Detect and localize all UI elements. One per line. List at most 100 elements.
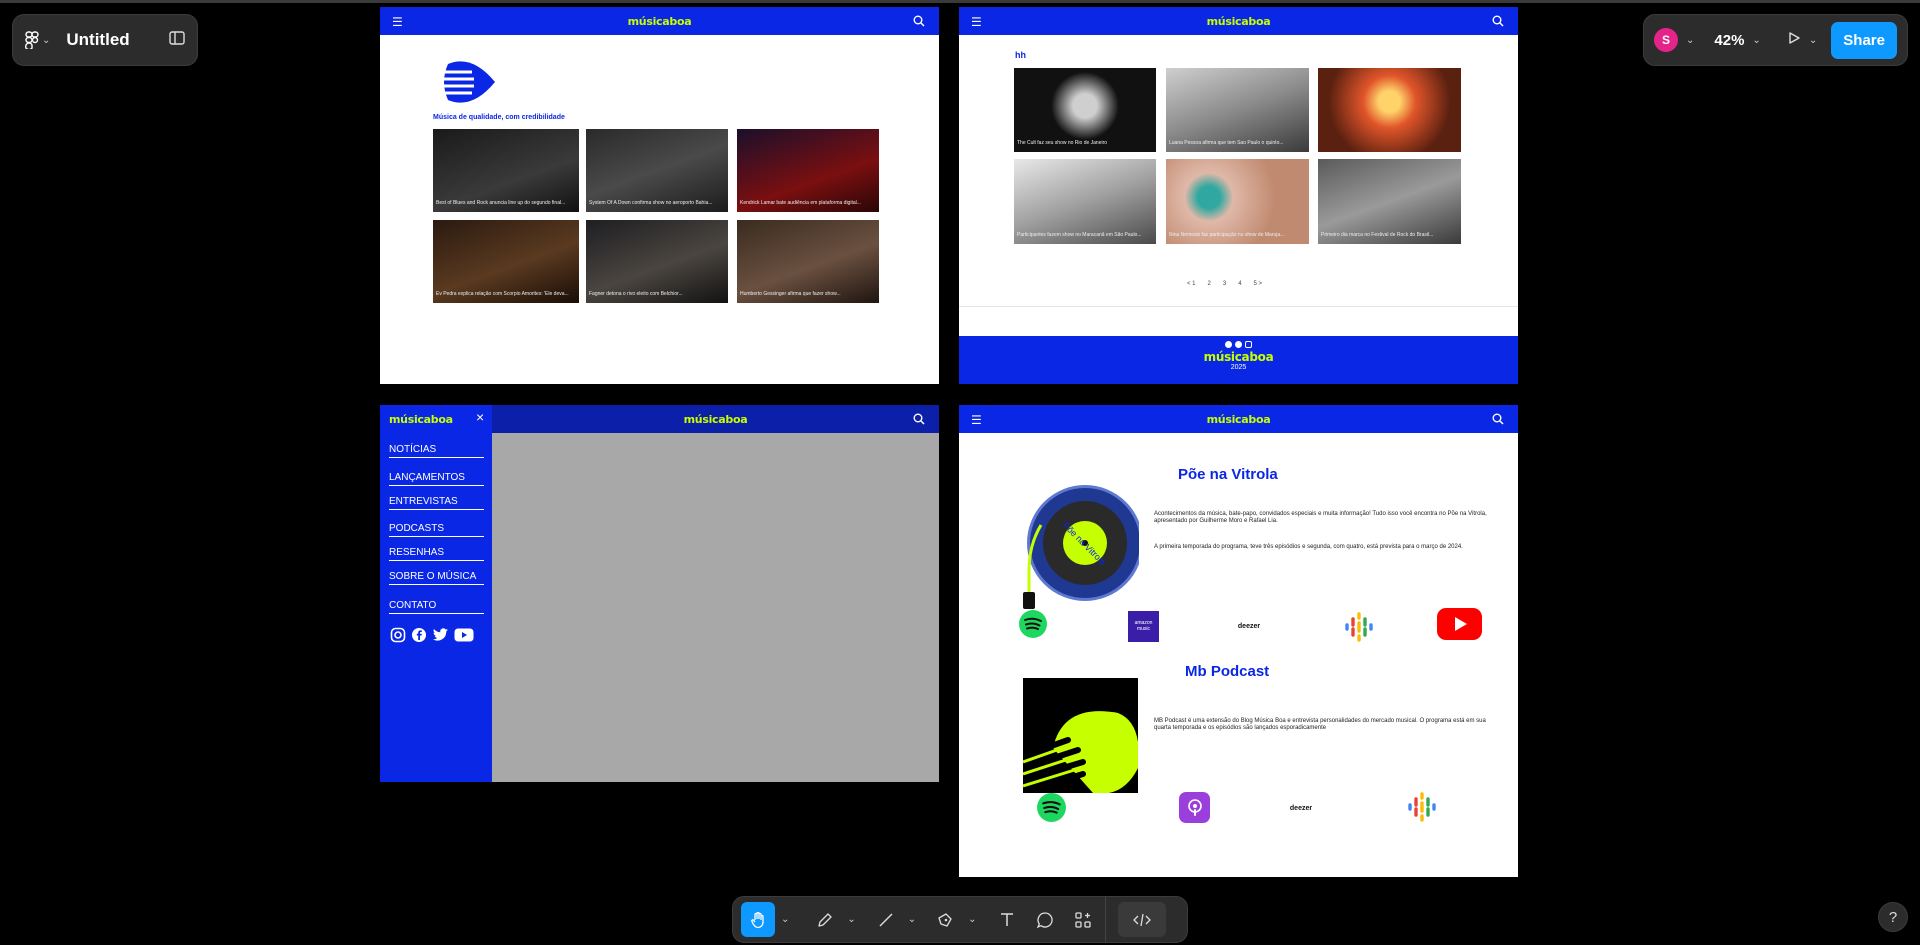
- menu-item-podcasts[interactable]: PODCASTS: [389, 523, 484, 537]
- news-card[interactable]: Participantes fazem show no Maracanã em …: [1014, 159, 1156, 244]
- text-tool-icon[interactable]: [991, 902, 1023, 937]
- google-podcasts-icon[interactable]: [1406, 792, 1438, 822]
- vitrola-description: Acontecimentos da música, bate-papo, con…: [1154, 511, 1487, 525]
- page-link[interactable]: 5 >: [1254, 281, 1263, 287]
- amazon-music-icon[interactable]: amazon music: [1128, 611, 1159, 642]
- divider: [959, 306, 1518, 307]
- bottom-toolbar: ⌄ ⌄ ⌄ ⌄: [732, 896, 1188, 943]
- chevron-down-icon[interactable]: ⌄: [1752, 35, 1760, 46]
- frame-news-list: ☰ músicaboa hh The Cult faz seu show no …: [959, 7, 1518, 384]
- site-footer: músicaboa 2025: [959, 336, 1518, 384]
- vitrola-season-info: A primeira temporada do programa, teve t…: [1154, 544, 1463, 550]
- menu-item-noticias[interactable]: NOTÍCIAS: [389, 444, 484, 458]
- frame-menu-open: músicaboa músicaboa × NOTÍCIAS LANÇAMENT…: [380, 405, 939, 782]
- page-link[interactable]: 2: [1208, 281, 1211, 287]
- chevron-down-icon[interactable]: ⌄: [908, 914, 916, 925]
- hamburger-icon[interactable]: ☰: [392, 15, 403, 29]
- sidebar-toggle-icon[interactable]: [169, 30, 185, 50]
- section-heading: hh: [1015, 50, 1026, 60]
- file-title[interactable]: Untitled: [66, 30, 159, 50]
- instagram-icon[interactable]: [390, 627, 406, 648]
- file-menu-pill: ⌄ Untitled: [12, 14, 198, 66]
- line-tool-icon[interactable]: [870, 902, 902, 937]
- threads-icon[interactable]: [1225, 341, 1232, 348]
- spotify-icon[interactable]: [1036, 792, 1067, 823]
- news-card[interactable]: The Cult faz seu show no Rio de Janeiro: [1014, 68, 1156, 152]
- youtube-icon[interactable]: [454, 628, 474, 647]
- apple-podcasts-icon[interactable]: [1179, 792, 1210, 823]
- close-icon[interactable]: ×: [476, 409, 484, 425]
- youtube-icon[interactable]: [1436, 607, 1483, 641]
- hand-tool-icon[interactable]: [741, 902, 775, 937]
- menu-item-sobre[interactable]: SOBRE O MÚSICA: [389, 571, 484, 585]
- facebook-icon[interactable]: [1235, 341, 1242, 348]
- news-card[interactable]: System Of A Down confirma show no aeropo…: [586, 129, 728, 212]
- menu-item-contato[interactable]: CONTATO: [389, 600, 484, 614]
- pagination: < 1 2 3 4 5 >: [1187, 281, 1262, 287]
- share-button[interactable]: Share: [1831, 21, 1897, 59]
- tagline: Música de qualidade, com credibilidade: [433, 114, 565, 121]
- search-icon[interactable]: [1492, 14, 1504, 32]
- mb-podcast-cover: [1023, 678, 1138, 793]
- footer-logo[interactable]: músicaboa: [959, 350, 1518, 364]
- twitter-icon[interactable]: [432, 628, 449, 647]
- nav-drawer: músicaboa × NOTÍCIAS LANÇAMENTOS ENTREVI…: [380, 405, 492, 782]
- news-card[interactable]: Primeiro dia marca no Festival de Rock d…: [1318, 159, 1461, 244]
- menu-item-lancamentos[interactable]: LANÇAMENTOS: [389, 472, 484, 486]
- news-card[interactable]: Kendrick Lamar bate audiência em platafo…: [737, 129, 879, 212]
- mb-podcast-description: MB Podcast é uma extensão do Blog Música…: [1154, 718, 1486, 732]
- search-icon[interactable]: [913, 412, 925, 430]
- frame-podcasts: ☰ músicaboa Põe na Vitrola Põe na Vitrol…: [959, 405, 1518, 877]
- podcast-title-mb: Mb Podcast: [1185, 663, 1270, 680]
- page-link[interactable]: 4: [1238, 281, 1241, 287]
- zoom-level[interactable]: 42%: [1714, 32, 1744, 49]
- chevron-down-icon[interactable]: ⌄: [781, 914, 789, 925]
- hamburger-icon[interactable]: ☰: [971, 413, 982, 427]
- hamburger-icon[interactable]: ☰: [971, 15, 982, 29]
- site-header: ☰ músicaboa: [380, 7, 939, 35]
- menu-item-resenhas[interactable]: RESENHAS: [389, 547, 484, 561]
- chevron-down-icon[interactable]: ⌄: [1809, 35, 1817, 46]
- news-card[interactable]: [1318, 68, 1461, 152]
- spotify-icon[interactable]: [1018, 609, 1048, 639]
- news-card[interactable]: Humberto Gessinger afirma que fazer show…: [737, 220, 879, 303]
- page-link[interactable]: < 1: [1187, 281, 1196, 287]
- pen-tool-icon[interactable]: [930, 902, 962, 937]
- deezer-icon[interactable]: deezer: [1281, 802, 1321, 814]
- chevron-down-icon[interactable]: ⌄: [847, 914, 855, 925]
- news-card[interactable]: Nina Nemesis faz participação no show de…: [1166, 159, 1309, 244]
- avatar[interactable]: S: [1654, 28, 1678, 52]
- news-card[interactable]: Best of Blues and Rock anuncia line up d…: [433, 129, 579, 212]
- dev-mode-icon[interactable]: [1117, 902, 1166, 937]
- page-link[interactable]: 3: [1223, 281, 1226, 287]
- news-card[interactable]: Fagner detona o rivo eleito com Belchior…: [586, 220, 728, 303]
- pencil-tool-icon[interactable]: [809, 902, 841, 937]
- site-logo[interactable]: músicaboa: [684, 413, 748, 426]
- figma-menu-icon[interactable]: ⌄: [25, 31, 50, 49]
- search-icon[interactable]: [1492, 412, 1504, 430]
- help-button[interactable]: ?: [1878, 902, 1908, 932]
- site-header: ☰ músicaboa: [959, 7, 1518, 35]
- deezer-icon[interactable]: deezer: [1229, 620, 1269, 632]
- toolbar-divider: [1104, 897, 1106, 942]
- news-card[interactable]: Ev Pedra explica relação com Scorpio Amo…: [433, 220, 579, 303]
- drawer-logo[interactable]: músicaboa: [389, 413, 453, 426]
- site-logo[interactable]: músicaboa: [628, 15, 692, 28]
- comment-tool-icon[interactable]: [1029, 902, 1061, 937]
- news-card[interactable]: Luana Pessoa afirma que tem Sao Paulo o …: [1166, 68, 1309, 152]
- facebook-icon[interactable]: [411, 627, 427, 648]
- site-header: ☰ músicaboa: [959, 405, 1518, 433]
- top-right-controls: S ⌄ 42% ⌄ ⌄ Share: [1643, 14, 1908, 66]
- frame-home: ☰ músicaboa Música de qualidade, com cre…: [380, 7, 939, 384]
- search-icon[interactable]: [913, 14, 925, 32]
- chevron-down-icon[interactable]: ⌄: [968, 914, 976, 925]
- chevron-down-icon[interactable]: ⌄: [1686, 35, 1694, 46]
- actions-tool-icon[interactable]: [1067, 902, 1099, 937]
- site-logo[interactable]: músicaboa: [1207, 15, 1271, 28]
- site-logo[interactable]: músicaboa: [1207, 413, 1271, 426]
- play-icon[interactable]: [1787, 31, 1801, 50]
- google-podcasts-icon[interactable]: [1343, 612, 1375, 642]
- instagram-icon[interactable]: [1245, 341, 1252, 348]
- podcast-title-vitrola: Põe na Vitrola: [1178, 466, 1278, 483]
- menu-item-entrevistas[interactable]: ENTREVISTAS: [389, 496, 484, 510]
